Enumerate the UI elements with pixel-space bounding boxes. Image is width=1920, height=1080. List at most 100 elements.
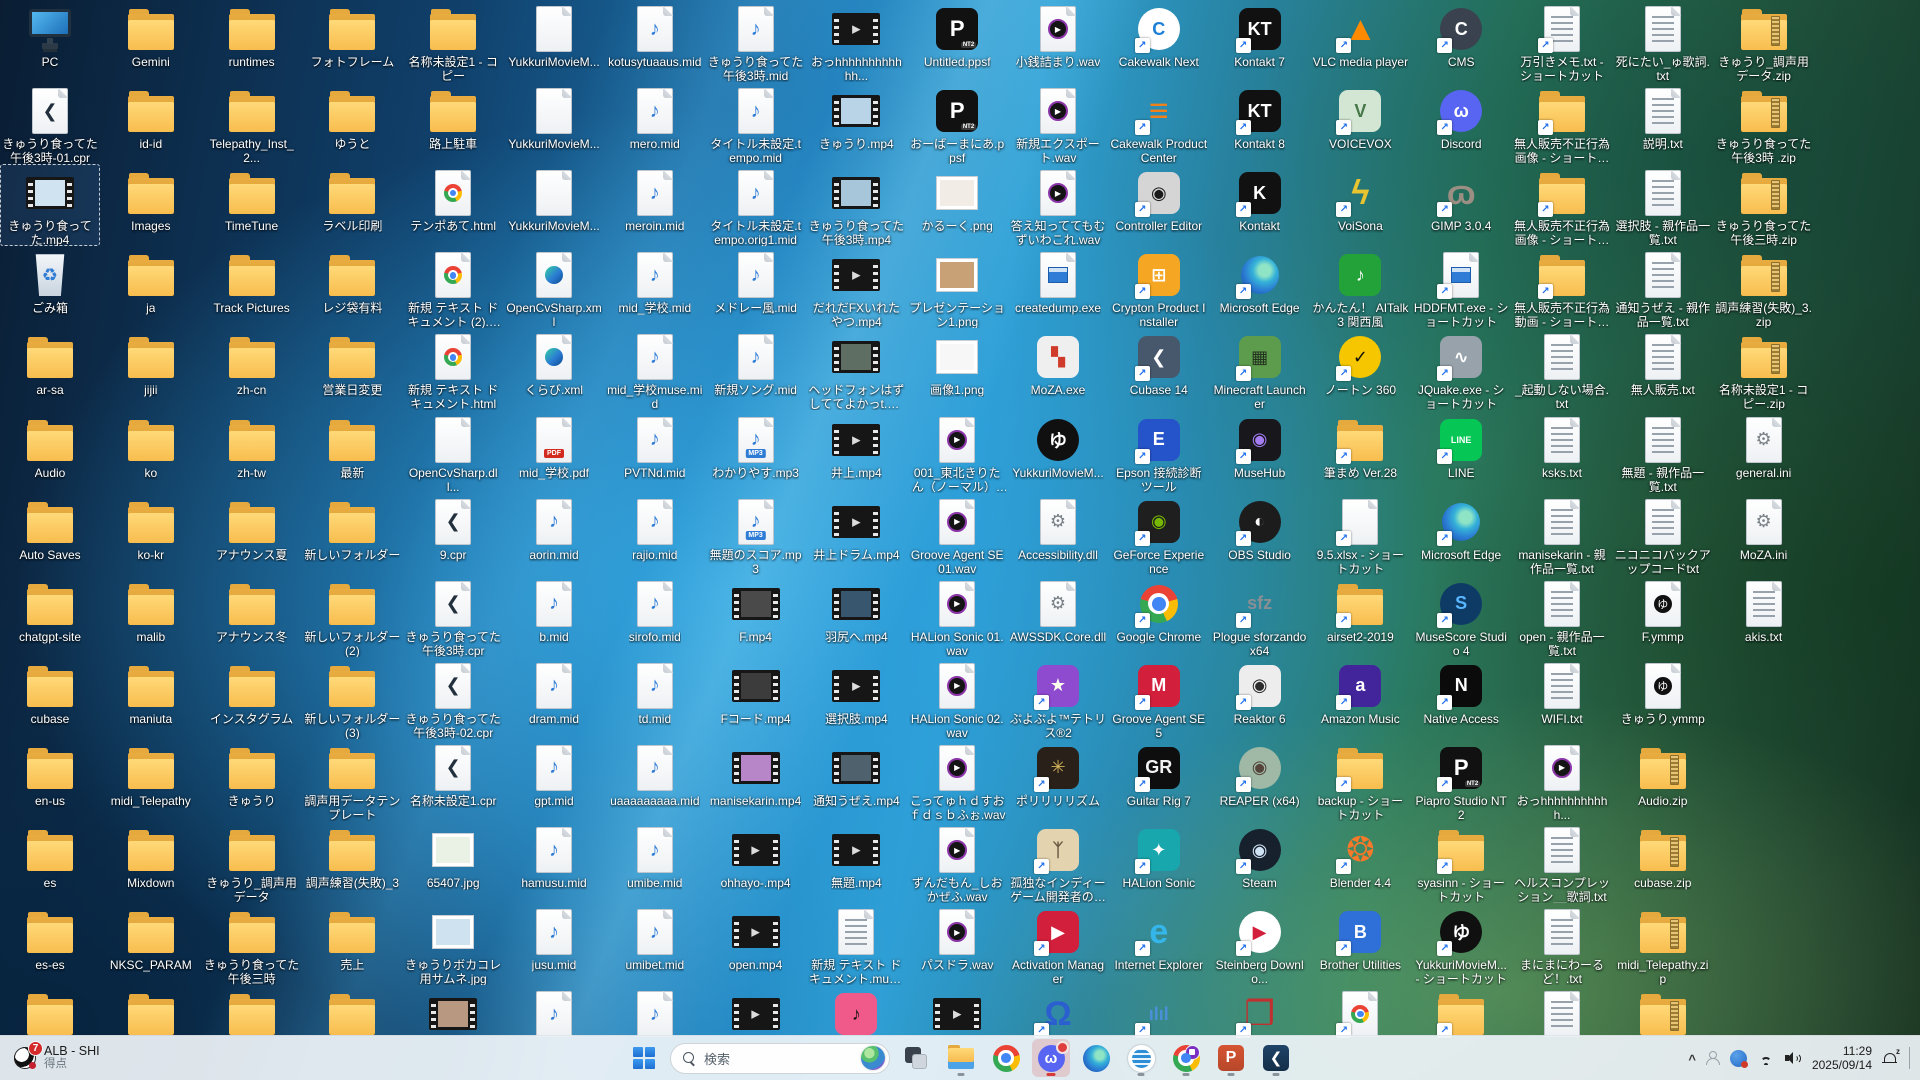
desktop-icon[interactable]: アナウンス冬 xyxy=(202,575,302,657)
desktop-icon[interactable]: ♪umibet.mid xyxy=(605,903,705,985)
desktop-icon[interactable]: ⚙AWSSDK.Core.dll xyxy=(1008,575,1108,657)
desktop-icon[interactable]: Fコード.mp4 xyxy=(706,657,806,739)
desktop-icon[interactable]: _起動しない場合.txt xyxy=(1512,328,1612,410)
desktop-icon[interactable]: PNT2おーばーまにあ.ppsf xyxy=(907,82,1007,164)
desktop-icon[interactable]: PNT2Untitled.ppsf xyxy=(907,0,1007,82)
desktop-icon[interactable]: 通知うぜえ - 親作品一覧.txt xyxy=(1613,246,1713,328)
desktop-icon[interactable]: cubase.zip xyxy=(1613,821,1713,903)
desktop-icon[interactable]: ↗backup - ショートカット xyxy=(1310,739,1410,821)
show-desktop-button[interactable] xyxy=(1909,1047,1910,1069)
desktop-icon[interactable]: ◉↗MuseHub xyxy=(1210,411,1310,493)
desktop-icon[interactable]: ♪かんたん！ AITalk 3 関西風 xyxy=(1310,246,1410,328)
tray-overflow-chevron-icon[interactable]: ^ xyxy=(1688,1052,1696,1067)
desktop-icon[interactable]: E↗Epson 接続診断ツール xyxy=(1109,411,1209,493)
desktop-icon[interactable]: 名称未設定1 - コピー xyxy=(403,0,503,82)
desktop-icon[interactable]: midi_Telepathy xyxy=(101,739,201,821)
taskbar-app-discord[interactable]: ω xyxy=(1032,1039,1070,1077)
desktop-icon[interactable]: TimeTune xyxy=(202,164,302,246)
desktop-icon[interactable]: ♪jusu.mid xyxy=(504,903,604,985)
volume-icon[interactable] xyxy=(1785,1051,1802,1065)
desktop-icon[interactable]: open - 親作品一覧.txt xyxy=(1512,575,1612,657)
desktop-icon[interactable]: ▶小銭詰まり.wav xyxy=(1008,0,1108,82)
desktop-icon[interactable]: ↗airset2-2019 xyxy=(1310,575,1410,657)
desktop-icon[interactable]: ▶ohhayo-.mp4 xyxy=(706,821,806,903)
desktop-icon[interactable]: 名称未設定1 - コピー.zip xyxy=(1714,328,1814,410)
taskbar-app-powerpoint[interactable]: P xyxy=(1212,1039,1250,1077)
desktop-icon[interactable]: きゅうり_調声用データ xyxy=(202,821,302,903)
desktop-icon[interactable]: ▚MoZA.exe xyxy=(1008,328,1108,410)
desktop-icon[interactable]: V↗VOICEVOX xyxy=(1310,82,1410,164)
desktop-icon[interactable]: きゅうりボカコレ用サムネ.jpg xyxy=(403,903,503,985)
desktop-icon[interactable]: S↗MuseScore Studio 4 xyxy=(1411,575,1511,657)
desktop-icon[interactable]: midi_Telepathy.zip xyxy=(1613,903,1713,985)
desktop-icon[interactable]: KT↗Kontakt 7 xyxy=(1210,0,1310,82)
desktop-icon[interactable]: Gemini xyxy=(101,0,201,82)
desktop-icon[interactable]: 画像1.png xyxy=(907,328,1007,410)
tray-app-icon[interactable] xyxy=(1730,1050,1747,1067)
desktop-icon[interactable]: 路上駐車 xyxy=(403,82,503,164)
desktop-icon[interactable]: ⚙MoZA.ini xyxy=(1714,493,1814,575)
desktop-icon[interactable]: ↗無人販売不正行為画像 - ショートカット xyxy=(1512,164,1612,246)
desktop-icon[interactable]: ▲↗VLC media player xyxy=(1310,0,1410,82)
start-button[interactable] xyxy=(625,1039,663,1077)
desktop-icon[interactable]: ▶ずんだもん_しおかぜふ.wav xyxy=(907,821,1007,903)
desktop-icon[interactable]: ✓↗ノートン 360 xyxy=(1310,328,1410,410)
desktop-icon[interactable]: 新しいフォルダー (2) xyxy=(302,575,402,657)
desktop-icon[interactable]: ▶こってゅｈｄすおｆｄｓｂふぉ.wav xyxy=(907,739,1007,821)
desktop-icon[interactable]: ❂↗Blender 4.4 xyxy=(1310,821,1410,903)
desktop-icon[interactable]: chatgpt-site xyxy=(0,575,100,657)
desktop-icon[interactable]: ko xyxy=(101,411,201,493)
desktop-icon[interactable]: ❮9.cpr xyxy=(403,493,503,575)
desktop-icon[interactable]: かるーく.png xyxy=(907,164,1007,246)
taskbar-app-chrome-profile[interactable] xyxy=(1167,1039,1205,1077)
desktop-icon[interactable]: ▶新規エクスポート.wav xyxy=(1008,82,1108,164)
desktop-icon[interactable]: N↗Native Access xyxy=(1411,657,1511,739)
desktop-icon[interactable]: ❮↗Cubase 14 xyxy=(1109,328,1209,410)
desktop-icon[interactable]: Images xyxy=(101,164,201,246)
desktop-icon[interactable]: 羽尻へ.mp4 xyxy=(806,575,906,657)
desktop-icon[interactable]: zh-cn xyxy=(202,328,302,410)
desktop-icon[interactable]: C↗CMS xyxy=(1411,0,1511,82)
desktop-icon[interactable]: ♪umibe.mid xyxy=(605,821,705,903)
notification-bell-icon[interactable]: z xyxy=(1882,1051,1897,1066)
desktop-icon[interactable]: jijii xyxy=(101,328,201,410)
desktop-icon[interactable]: 死にたい_ゅ歌詞.txt xyxy=(1613,0,1713,82)
desktop-icon[interactable]: ❮きゅうり食ってた午後3時.cpr xyxy=(403,575,503,657)
desktop-icon[interactable]: Track Pictures xyxy=(202,246,302,328)
desktop-icon[interactable]: インスタグラム xyxy=(202,657,302,739)
desktop-icon[interactable]: ▶001_東北きりたん（ノーマル）_今じゃ... xyxy=(907,411,1007,493)
desktop-icon[interactable]: ♻ごみ箱 xyxy=(0,246,100,328)
desktop-icon[interactable]: runtimes xyxy=(202,0,302,82)
desktop-icon[interactable]: manisekarin - 親作品一覧.txt xyxy=(1512,493,1612,575)
desktop-icon[interactable]: ◉↗Controller Editor xyxy=(1109,164,1209,246)
desktop-icon[interactable]: es xyxy=(0,821,100,903)
desktop-icon[interactable]: ▶おっhhhhhhhhhhhh... xyxy=(806,0,906,82)
desktop-icon[interactable]: 調声練習(失敗)_3.zip xyxy=(1714,246,1814,328)
desktop-icon[interactable]: 選択肢 - 親作品一覧.txt xyxy=(1613,164,1713,246)
desktop-icon[interactable]: レジ袋有料 xyxy=(302,246,402,328)
desktop-icon[interactable]: ✳↗ポリリリリズム xyxy=(1008,739,1108,821)
desktop-icon[interactable]: LINE↗LINE xyxy=(1411,411,1511,493)
desktop-icon[interactable]: id-id xyxy=(101,82,201,164)
desktop-icon[interactable]: ɷ↗GIMP 3.0.4 xyxy=(1411,164,1511,246)
desktop-icon[interactable]: KT↗Kontakt 8 xyxy=(1210,82,1310,164)
desktop-icon[interactable]: 無人販売.txt xyxy=(1613,328,1713,410)
desktop-icon[interactable]: ヘッドフォンはずしててよかっt.mp4 xyxy=(806,328,906,410)
desktop-icon[interactable]: ▶Groove Agent SE 01.wav xyxy=(907,493,1007,575)
desktop-icon[interactable]: ♪kotusytuaaus.mid xyxy=(605,0,705,82)
desktop-icon[interactable]: ♪タイトル未設定.tempo.mid xyxy=(706,82,806,164)
desktop-icon[interactable]: ↗無人販売不正行為画像 - ショートカッ... xyxy=(1512,82,1612,164)
desktop-icon[interactable]: ♪aorin.mid xyxy=(504,493,604,575)
desktop-icon[interactable]: akis.txt xyxy=(1714,575,1814,657)
desktop-icon[interactable]: YukkuriMovieM... xyxy=(504,0,604,82)
desktop-icon[interactable]: Auto Saves xyxy=(0,493,100,575)
desktop-icon[interactable]: PNT2↗Piapro Studio NT2 xyxy=(1411,739,1511,821)
desktop-icon[interactable]: en-us xyxy=(0,739,100,821)
desktop-icon[interactable]: e↗Internet Explorer xyxy=(1109,903,1209,985)
desktop-icon[interactable]: a↗Amazon Music xyxy=(1310,657,1410,739)
desktop-icon[interactable]: ▶HALion Sonic 01.wav xyxy=(907,575,1007,657)
desktop-icon[interactable]: ↗Microsoft Edge xyxy=(1411,493,1511,575)
desktop-icon[interactable]: Audio xyxy=(0,411,100,493)
desktop-icon[interactable]: ♪rajio.mid xyxy=(605,493,705,575)
desktop-icon[interactable]: Mixdown xyxy=(101,821,201,903)
